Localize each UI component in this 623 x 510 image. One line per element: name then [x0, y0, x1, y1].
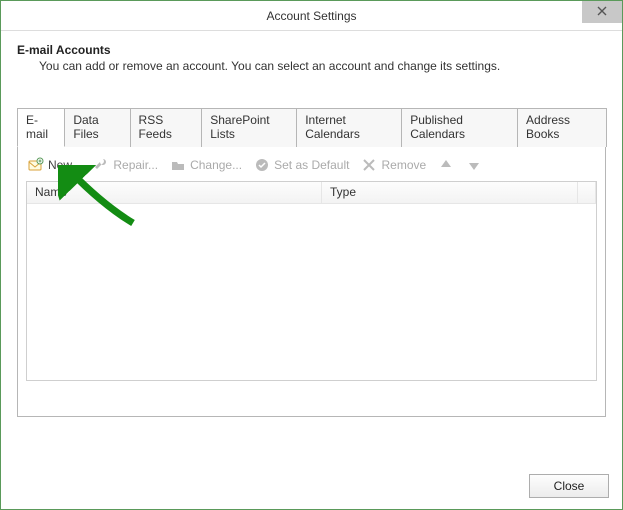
close-button[interactable]: Close [529, 474, 609, 498]
change-button-label: Change... [190, 158, 242, 172]
column-header-spacer [578, 182, 596, 203]
arrow-down-icon [466, 157, 482, 173]
set-default-button-label: Set as Default [274, 158, 349, 172]
remove-button[interactable]: Remove [361, 157, 426, 173]
accounts-list[interactable]: Name Type [26, 181, 597, 381]
change-button[interactable]: Change... [170, 157, 242, 173]
remove-x-icon [361, 157, 377, 173]
tab-email[interactable]: E-mail [17, 108, 65, 147]
check-circle-icon [254, 157, 270, 173]
new-button[interactable]: New... [28, 157, 81, 173]
tab-data-files[interactable]: Data Files [64, 108, 130, 147]
window-title: Account Settings [266, 9, 356, 23]
column-header-name[interactable]: Name [27, 182, 322, 203]
folder-change-icon [170, 157, 186, 173]
new-button-label: New... [48, 158, 81, 172]
toolbar: New... Repair... Change... Set as Defaul… [26, 155, 597, 181]
move-down-button[interactable] [466, 157, 482, 173]
tab-panel: New... Repair... Change... Set as Defaul… [17, 147, 606, 417]
title-bar: Account Settings [1, 1, 622, 31]
tab-strip: E-mail Data Files RSS Feeds SharePoint L… [17, 107, 606, 147]
set-default-button[interactable]: Set as Default [254, 157, 349, 173]
tab-published-calendars[interactable]: Published Calendars [401, 108, 518, 147]
list-header: Name Type [27, 182, 596, 204]
remove-button-label: Remove [381, 158, 426, 172]
tab-address-books[interactable]: Address Books [517, 108, 607, 147]
window-close-button[interactable] [582, 1, 622, 23]
new-mail-icon [28, 157, 44, 173]
repair-button[interactable]: Repair... [93, 157, 158, 173]
move-up-button[interactable] [438, 157, 454, 173]
section-subtext: You can add or remove an account. You ca… [39, 59, 606, 73]
tab-rss-feeds[interactable]: RSS Feeds [130, 108, 203, 147]
dialog-content: E-mail Accounts You can add or remove an… [1, 31, 622, 417]
tab-sharepoint-lists[interactable]: SharePoint Lists [201, 108, 297, 147]
column-header-type[interactable]: Type [322, 182, 578, 203]
section-heading: E-mail Accounts [17, 43, 606, 57]
dialog-footer: Close [529, 474, 609, 498]
close-icon [597, 5, 607, 19]
repair-button-label: Repair... [113, 158, 158, 172]
wrench-icon [93, 157, 109, 173]
arrow-up-icon [438, 157, 454, 173]
tab-internet-calendars[interactable]: Internet Calendars [296, 108, 402, 147]
